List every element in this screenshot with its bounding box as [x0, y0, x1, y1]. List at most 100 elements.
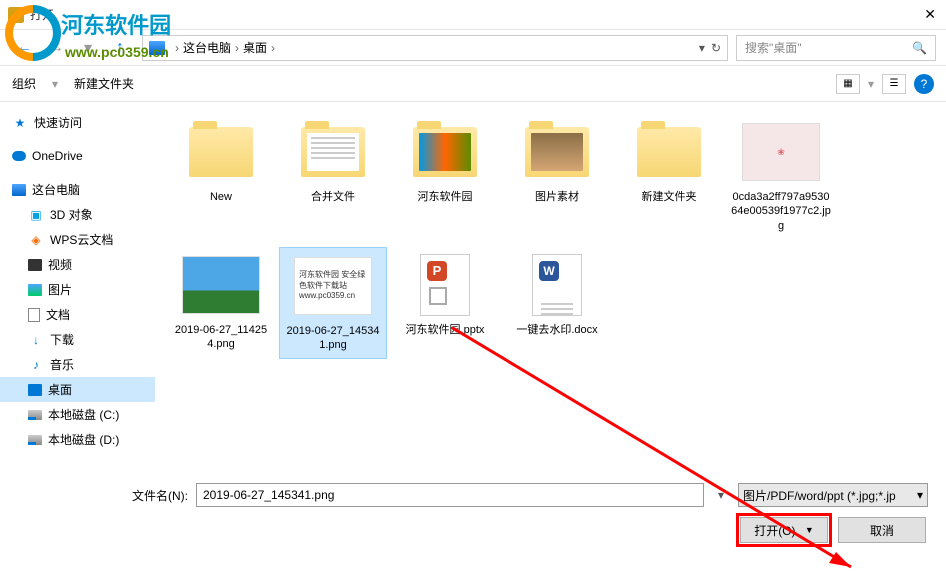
file-item[interactable]: 一键去水印.docx [503, 247, 611, 360]
sidebar-item-label: 本地磁盘 (C:) [48, 406, 119, 423]
file-item[interactable]: 河东软件园.pptx [391, 247, 499, 360]
sidebar-item-label: OneDrive [32, 149, 83, 163]
app-icon [8, 7, 24, 23]
up-icon[interactable]: ↑ [106, 34, 134, 62]
file-item[interactable]: ❀ 0cda3a2ff797a953064e00539f1977c2.jpg [727, 114, 835, 239]
file-label: New [210, 190, 232, 204]
chevron-right-icon: › [271, 41, 275, 55]
open-button[interactable]: 打开(O) ▼ [740, 517, 828, 543]
file-item[interactable]: 2019-06-27_114254.png [167, 247, 275, 360]
file-thumbnail: ❀ [742, 120, 820, 184]
file-thumbnail [518, 253, 596, 317]
sidebar-item-doc[interactable]: 文档 [0, 302, 155, 327]
3d-icon: ▣ [28, 207, 44, 223]
new-folder-button[interactable]: 新建文件夹 [74, 75, 134, 92]
file-item[interactable]: 河东软件园 安全绿色软件下载站 www.pc0359.cn 2019-06-27_… [279, 247, 387, 360]
filename-label: 文件名(N): [118, 487, 188, 504]
file-item[interactable]: 合并文件 [279, 114, 387, 239]
file-item[interactable]: 新建文件夹 [615, 114, 723, 239]
sidebar-item-label: 快速访问 [34, 114, 82, 131]
navigation-bar: ← → ▾ ↑ › 这台电脑 › 桌面 › ▾ ↻ 搜索"桌面" 🔍 [0, 30, 946, 66]
pc-icon [12, 184, 26, 196]
sidebar-item-disk[interactable]: 本地磁盘 (D:) [0, 427, 155, 452]
search-input[interactable]: 搜索"桌面" 🔍 [736, 35, 936, 61]
sidebar-item-down[interactable]: ↓ 下载 [0, 327, 155, 352]
organize-button[interactable]: 组织 [12, 75, 36, 92]
forward-icon: → [42, 34, 70, 62]
file-item[interactable]: New [167, 114, 275, 239]
breadcrumb[interactable]: › 这台电脑 › 桌面 › ▾ ↻ [142, 35, 728, 61]
sidebar-item-label: WPS云文档 [50, 231, 113, 248]
doc-icon [28, 308, 40, 322]
view-details-button[interactable]: ☰ [882, 74, 906, 94]
sidebar-item-cloud[interactable]: OneDrive [0, 145, 155, 167]
file-thumbnail: 河东软件园 安全绿色软件下载站 www.pc0359.cn [294, 254, 372, 318]
back-icon[interactable]: ← [10, 34, 38, 62]
help-icon[interactable]: ? [914, 74, 934, 94]
disk-icon [28, 410, 42, 420]
file-item[interactable]: 河东软件园 [391, 114, 499, 239]
filename-input[interactable] [196, 483, 704, 507]
dialog-footer: 文件名(N): ▾ 图片/PDF/word/ppt (*.jpg;*.jp ▾ … [0, 483, 946, 543]
sidebar-item-3d[interactable]: ▣ 3D 对象 [0, 202, 155, 227]
cancel-button[interactable]: 取消 [838, 517, 926, 543]
view-icons-button[interactable]: ▦ [836, 74, 860, 94]
down-icon: ↓ [28, 332, 44, 348]
chevron-right-icon: › [235, 41, 239, 55]
file-thumbnail [518, 120, 596, 184]
file-label: 2019-06-27_145341.png [284, 324, 382, 353]
file-label: 河东软件园 [418, 190, 473, 204]
sidebar-item-label: 3D 对象 [50, 206, 93, 223]
filetype-select[interactable]: 图片/PDF/word/ppt (*.jpg;*.jp ▾ [738, 483, 928, 507]
toolbar: 组织 ▾ 新建文件夹 ▦ ▾ ☰ ? [0, 66, 946, 102]
sidebar-item-label: 本地磁盘 (D:) [48, 431, 119, 448]
dropdown-history-icon[interactable]: ▾ [74, 34, 102, 62]
search-icon[interactable]: 🔍 [912, 41, 927, 55]
sidebar-item-label: 音乐 [50, 356, 74, 373]
file-label: 0cda3a2ff797a953064e00539f1977c2.jpg [731, 190, 831, 233]
sidebar-item-music[interactable]: ♪ 音乐 [0, 352, 155, 377]
sidebar-item-label: 这台电脑 [32, 181, 80, 198]
sidebar-item-label: 视频 [48, 256, 72, 273]
sidebar-item-label: 文档 [46, 306, 70, 323]
sidebar-item-disk[interactable]: 本地磁盘 (C:) [0, 402, 155, 427]
sidebar-item-video[interactable]: 视频 [0, 252, 155, 277]
file-list: New 合并文件 河东软件园 图片素材 新建文件夹 ❀ 0cda3a2ff797a95306… [155, 102, 946, 482]
disk-icon [28, 435, 42, 445]
chevron-right-icon: › [175, 41, 179, 55]
chevron-down-icon: ▾ [917, 488, 923, 502]
file-label: 合并文件 [311, 190, 355, 204]
file-thumbnail [182, 120, 260, 184]
sidebar: ★ 快速访问 OneDrive 这台电脑 ▣ 3D 对象 ◈WPS云文档视频图片文档↓ 下载 ♪… [0, 102, 155, 482]
pic-icon [28, 284, 42, 296]
sidebar-item-wps[interactable]: ◈WPS云文档 [0, 227, 155, 252]
file-label: 图片素材 [535, 190, 579, 204]
search-placeholder: 搜索"桌面" [745, 39, 802, 56]
cloud-icon [12, 151, 26, 161]
file-label: 2019-06-27_114254.png [171, 323, 271, 352]
sidebar-item-label: 桌面 [48, 381, 72, 398]
music-icon: ♪ [28, 357, 44, 373]
breadcrumb-pc[interactable]: 这台电脑 [183, 39, 231, 56]
chevron-down-icon[interactable]: ▾ [699, 41, 705, 55]
filename-dropdown-icon[interactable]: ▾ [712, 488, 730, 502]
sidebar-item-pic[interactable]: 图片 [0, 277, 155, 302]
file-thumbnail [406, 120, 484, 184]
file-thumbnail [406, 253, 484, 317]
sidebar-item-star[interactable]: ★ 快速访问 [0, 110, 155, 135]
titlebar: 打开 ✕ [0, 0, 946, 30]
file-label: 河东软件园.pptx [406, 323, 485, 337]
file-thumbnail [294, 120, 372, 184]
window-title: 打开 [30, 6, 54, 23]
sidebar-item-desk[interactable]: 桌面 [0, 377, 155, 402]
file-label: 新建文件夹 [642, 190, 697, 204]
file-item[interactable]: 图片素材 [503, 114, 611, 239]
sidebar-item-pc[interactable]: 这台电脑 [0, 177, 155, 202]
breadcrumb-desktop[interactable]: 桌面 [243, 39, 267, 56]
close-icon[interactable]: ✕ [924, 6, 936, 23]
video-icon [28, 259, 42, 271]
sidebar-item-label: 下载 [50, 331, 74, 348]
refresh-icon[interactable]: ↻ [711, 41, 721, 55]
star-icon: ★ [12, 115, 28, 131]
sidebar-item-label: 图片 [48, 281, 72, 298]
